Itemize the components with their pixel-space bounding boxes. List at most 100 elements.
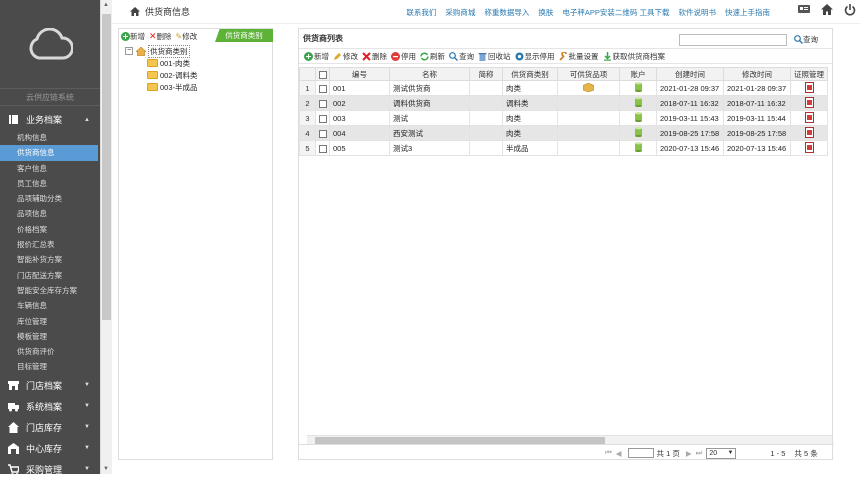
header-link[interactable]: 电子秤APP安装二维码 工具下载	[562, 7, 669, 18]
database-icon[interactable]	[634, 127, 642, 137]
column-header[interactable]: 编号	[329, 67, 390, 81]
license-document-icon[interactable]	[804, 111, 814, 123]
home-button-icon[interactable]	[821, 4, 833, 15]
sidebar-item[interactable]: 库位管理	[0, 314, 100, 329]
toolbar-button[interactable]: 批量设置	[558, 51, 599, 62]
delete-category-button[interactable]: ✕ 删除	[149, 31, 172, 42]
sidebar-item[interactable]: 模板管理	[0, 329, 100, 344]
database-icon[interactable]	[634, 82, 642, 92]
supplier-code: 003	[329, 110, 390, 126]
sidebar-item[interactable]: 报价汇总表	[0, 237, 100, 252]
toolbar-button[interactable]: 查询	[449, 51, 474, 62]
sidebar-item[interactable]: 供货商信息	[0, 145, 98, 161]
table-row[interactable]: 3 003 测试 肉类 2019-03-11 15:43 2019-03-11 15:44	[299, 110, 828, 126]
search-input[interactable]	[679, 34, 787, 46]
row-checkbox[interactable]	[318, 129, 327, 138]
sidebar-item[interactable]: 门店配送方案	[0, 268, 100, 283]
header-link[interactable]: 软件说明书	[679, 7, 717, 18]
add-category-button[interactable]: 新增	[121, 31, 145, 42]
sidebar-item[interactable]: 机构信息	[0, 130, 100, 145]
database-icon[interactable]	[634, 142, 642, 152]
header-link[interactable]: 联系我们	[406, 7, 436, 18]
tree-item[interactable]: 002-调料类	[125, 69, 272, 81]
first-page-icon[interactable]: ⏮	[605, 448, 612, 458]
column-header[interactable]: 证照管理	[790, 67, 828, 81]
header-link[interactable]: 快速上手指南	[725, 7, 770, 18]
toolbar-button[interactable]: 获取供货商档案	[603, 51, 665, 62]
license-document-icon[interactable]	[804, 81, 814, 93]
header-link[interactable]: 称重数据导入	[484, 7, 529, 18]
search-button[interactable]: 查询	[794, 34, 818, 45]
database-icon[interactable]	[634, 112, 642, 122]
column-header[interactable]: 创建时间	[656, 67, 724, 81]
toolbar-button[interactable]: 删除	[362, 51, 387, 62]
nav-group-business[interactable]: 业务档案 ▲	[0, 109, 100, 130]
tab-supplier-category[interactable]: 供货商类别	[215, 29, 273, 42]
tree-item[interactable]: 001-肉类	[125, 57, 272, 69]
sidebar-item[interactable]: 车辆信息	[0, 298, 100, 313]
sidebar-item[interactable]: 员工信息	[0, 176, 100, 191]
select-all-checkbox[interactable]	[318, 70, 327, 79]
column-header[interactable]: 可供货品项	[557, 67, 620, 81]
table-row[interactable]: 1 001 测试供货商 肉类 2021-01-28 09:37 2021-01-28 09…	[299, 80, 828, 96]
column-header[interactable]: 供货商类别	[502, 67, 558, 81]
horizontal-scroll-thumb[interactable]	[315, 437, 605, 444]
tree-item[interactable]: 003-半成品	[125, 81, 272, 93]
sidebar-item[interactable]: 价格档案	[0, 222, 100, 237]
package-icon[interactable]	[582, 82, 595, 92]
column-header[interactable]: 修改时间	[723, 67, 791, 81]
row-checkbox[interactable]	[318, 99, 327, 108]
power-icon[interactable]	[844, 4, 856, 16]
page-number-input[interactable]	[627, 448, 654, 458]
sidebar-scroll-thumb[interactable]	[102, 14, 111, 320]
tree-root[interactable]: − 供货商类别	[125, 44, 272, 58]
edit-category-button[interactable]: ✎ 修改	[176, 31, 198, 42]
license-document-icon[interactable]	[804, 126, 814, 138]
last-page-icon[interactable]: ⏭	[696, 448, 703, 458]
scroll-down-arrow-icon[interactable]: ▼	[100, 464, 112, 474]
nav-group[interactable]: 门店库存 ▼	[0, 417, 100, 438]
toolbar-button[interactable]: 新增	[304, 51, 329, 62]
database-icon[interactable]	[634, 97, 642, 107]
toolbar-button[interactable]: 回收站	[478, 51, 511, 62]
sidebar-item[interactable]: 品项辅助分类	[0, 191, 100, 206]
truck-icon	[8, 401, 19, 412]
nav-group[interactable]: 采购管理 ▼	[0, 459, 100, 480]
header-link[interactable]: 换肤	[538, 7, 553, 18]
scroll-up-arrow-icon[interactable]: ▲	[100, 0, 112, 10]
toolbar-button[interactable]: 刷新	[420, 51, 445, 62]
sidebar-item[interactable]: 供货商评价	[0, 344, 100, 359]
sidebar-item[interactable]: 品项信息	[0, 206, 100, 221]
column-header[interactable]: 名称	[389, 67, 470, 81]
sidebar-item[interactable]: 智能安全库存方案	[0, 283, 100, 298]
id-card-icon[interactable]	[798, 4, 810, 14]
page-size-select[interactable]: 20 ▼	[706, 447, 737, 459]
horizontal-scrollbar[interactable]	[307, 435, 832, 444]
toolbar-button[interactable]: 修改	[333, 51, 358, 62]
row-number: 5	[299, 140, 316, 156]
toolbar-button[interactable]: 显示停用	[515, 51, 555, 62]
license-document-icon[interactable]	[804, 96, 814, 108]
header-link[interactable]: 采购商城	[445, 7, 475, 18]
sidebar-item[interactable]: 智能补货方案	[0, 252, 100, 267]
nav-group[interactable]: 系统档案 ▼	[0, 396, 100, 417]
column-header[interactable]: 账户	[619, 67, 657, 81]
nav-group-label: 中心库存	[26, 443, 63, 454]
table-row[interactable]: 5 005 测试3 半成品 2020-07-13 15:46 2020-07-13 15:…	[299, 140, 828, 156]
row-checkbox[interactable]	[318, 84, 327, 93]
collapse-toggle-icon[interactable]: −	[125, 47, 133, 55]
row-checkbox[interactable]	[318, 114, 327, 123]
license-document-icon[interactable]	[804, 141, 814, 153]
sidebar-item[interactable]: 目标管理	[0, 359, 100, 374]
account-cell	[619, 110, 657, 126]
table-row[interactable]: 4 004 西安测试 肉类 2019-08-25 17:58 2019-08-25 17:…	[299, 125, 828, 141]
next-page-icon[interactable]: ▶	[686, 449, 692, 458]
sidebar-item[interactable]: 客户信息	[0, 161, 100, 176]
nav-group[interactable]: 门店档案 ▼	[0, 375, 100, 396]
nav-group[interactable]: 中心库存 ▼	[0, 438, 100, 459]
prev-page-icon[interactable]: ◀	[616, 449, 622, 458]
row-checkbox[interactable]	[318, 144, 327, 153]
toolbar-button[interactable]: 停用	[391, 51, 416, 62]
column-header[interactable]: 简称	[469, 67, 503, 81]
table-row[interactable]: 2 002 调料供货商 调料类 2018-07-11 16:32 2018-07-11 1…	[299, 95, 828, 111]
